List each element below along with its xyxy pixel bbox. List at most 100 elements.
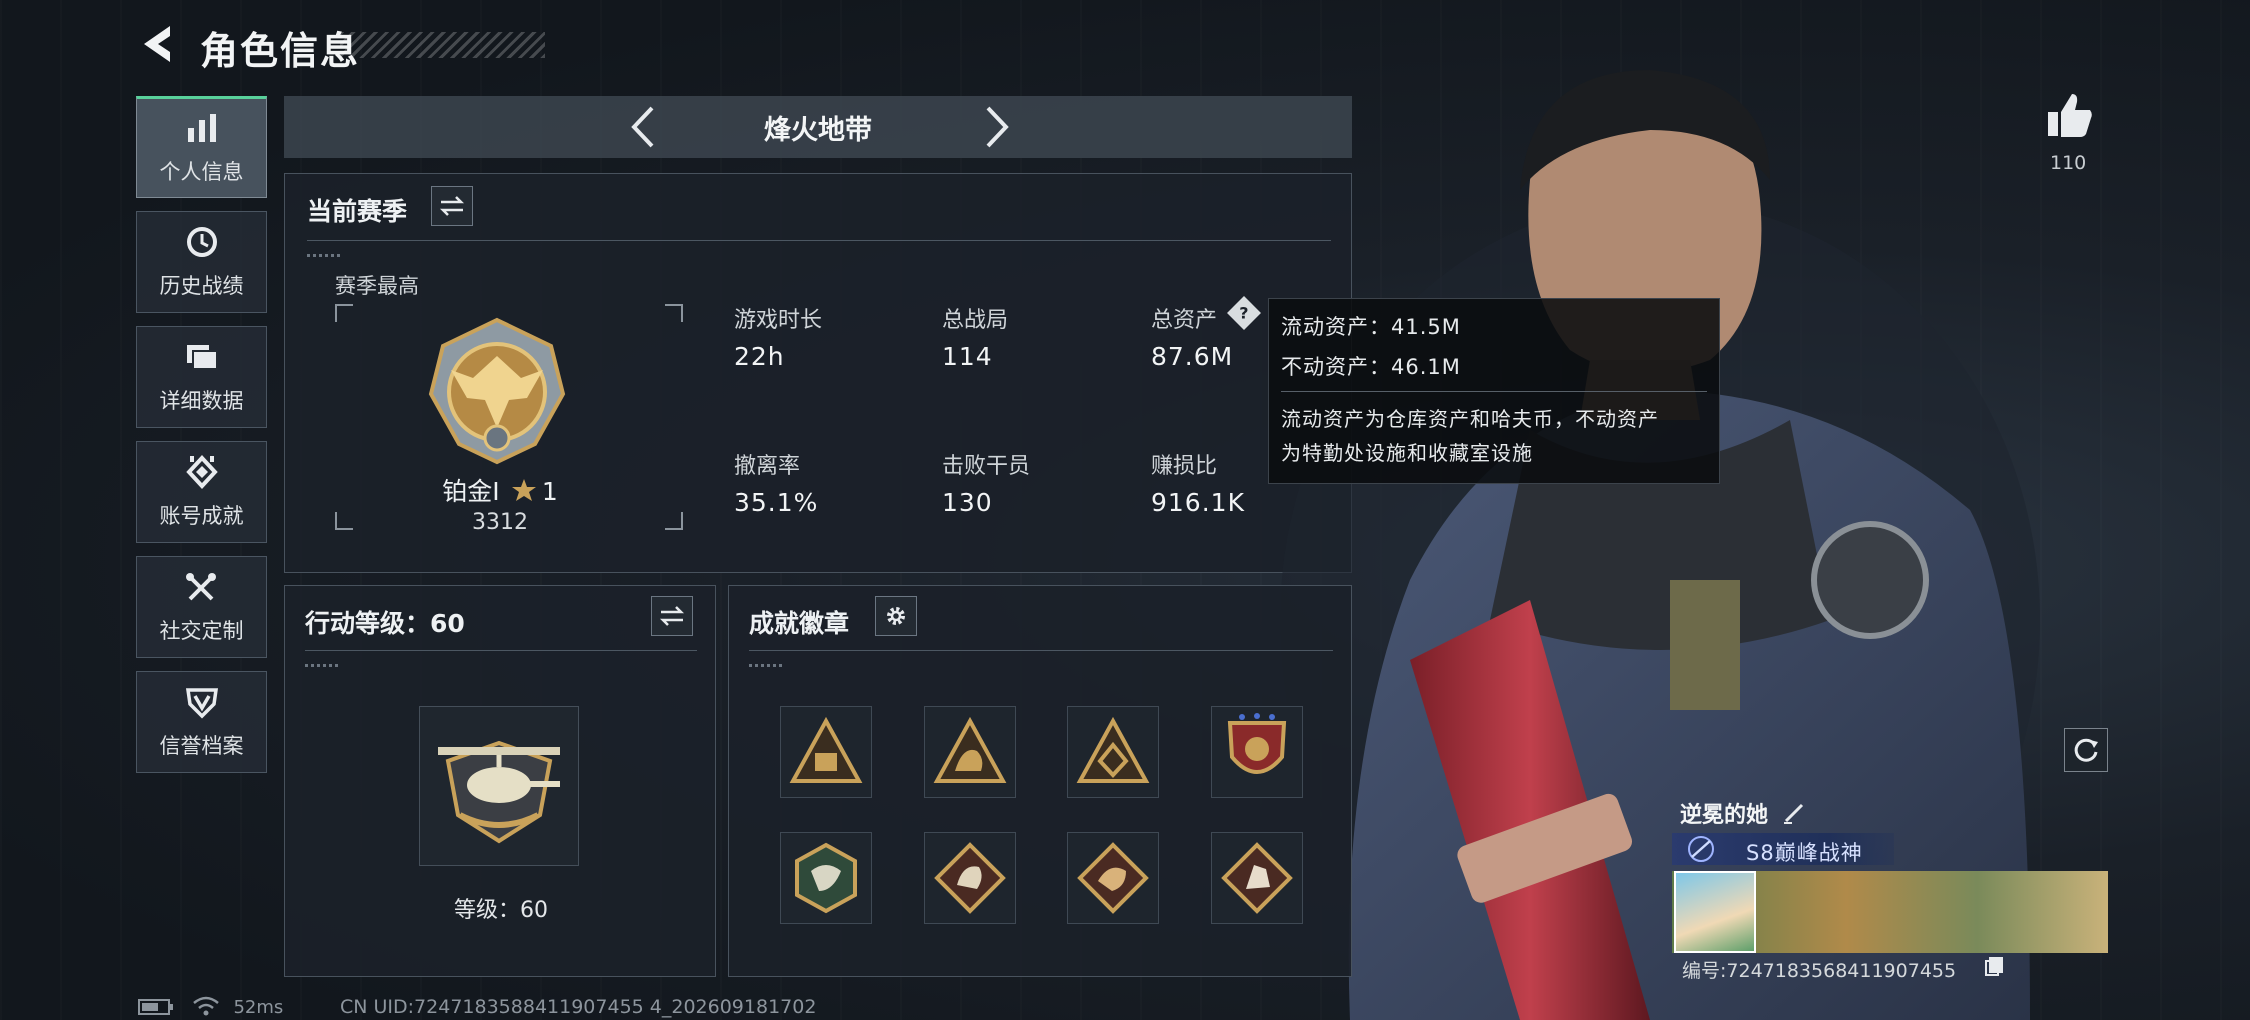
star-icon (511, 479, 536, 501)
swap-icon (439, 196, 465, 216)
action-level-title: 行动等级：60 (305, 609, 465, 638)
rank-name-row: 铂金Ⅰ 1 (285, 472, 715, 508)
mode-title: 烽火地带 (764, 114, 872, 146)
folder-icon (186, 345, 218, 370)
gear-icon (887, 607, 905, 625)
season-best-label: 赛季最高 (335, 274, 419, 298)
badge-slot[interactable] (1067, 706, 1159, 798)
stat-label: 总资产 (1151, 308, 1218, 333)
player-id: 编号:7247183568411907455 (1682, 960, 1957, 982)
triangle-badge-icon (933, 716, 1007, 783)
player-name: 逆冕的她 (1680, 803, 1769, 828)
diamond-badge-icon (1221, 842, 1293, 914)
stat-label: 撤离率 (734, 454, 801, 479)
stat-label: 总战局 (942, 308, 1009, 333)
ping-text: 52ms (233, 997, 284, 1018)
shield-badge-icon (1227, 713, 1287, 774)
sidebar-item-personal-info[interactable]: 个人信息 (136, 96, 267, 198)
badge-slot[interactable] (924, 706, 1016, 798)
rank-emblem-icon (428, 317, 566, 465)
title-emblem-icon (1688, 836, 1714, 862)
sidebar-item-history[interactable]: 历史战绩 (136, 211, 267, 313)
badge-slot[interactable] (1211, 706, 1303, 798)
sidebar-item-label: 详细数据 (159, 389, 244, 413)
refresh-icon (2074, 738, 2098, 762)
dash-decoration (307, 254, 341, 257)
stat-label: 赚损比 (1151, 454, 1218, 479)
badges-title: 成就徽章 (749, 609, 850, 638)
uid-text: CN UID:7247183588411907455 4_20260918170… (340, 996, 817, 1018)
frame-corner (665, 304, 683, 322)
badges-panel: 成就徽章 (728, 585, 1352, 977)
badge-slot[interactable] (1067, 832, 1159, 924)
rotate-model-button[interactable] (2064, 728, 2108, 772)
player-title: S8巅峰战神 (1746, 841, 1863, 865)
achievement-icon (185, 455, 218, 489)
season-title: 当前赛季 (307, 197, 408, 226)
action-level-panel: 行动等级：60 等级：60 (284, 585, 716, 977)
badge-slot[interactable] (780, 706, 872, 798)
history-icon (186, 227, 217, 257)
sidebar: 个人信息 历史战绩 详细数据 账号成就 社交定制 信誉档案 (136, 96, 267, 786)
tooltip-divider (1281, 391, 1707, 392)
action-level-switch-button[interactable] (651, 596, 693, 636)
sidebar-item-reputation[interactable]: 信誉档案 (136, 671, 267, 773)
level-emblem-frame (419, 706, 579, 866)
status-bar: 52ms (138, 996, 283, 1018)
divider (305, 650, 697, 651)
badge-slot[interactable] (780, 832, 872, 924)
sidebar-item-label: 历史战绩 (159, 274, 244, 298)
diamond-badge-icon (934, 842, 1006, 914)
stat-label: 游戏时长 (734, 308, 823, 333)
triangle-badge-icon (789, 716, 863, 783)
rank-points: 3312 (472, 510, 528, 535)
helicopter-emblem-icon (438, 740, 560, 844)
dash-decoration (749, 664, 783, 667)
sidebar-item-label: 账号成就 (159, 504, 244, 528)
battery-icon (138, 999, 173, 1015)
shield-icon (185, 688, 218, 719)
mode-next-icon[interactable] (972, 104, 1018, 150)
stat-value: 35.1% (734, 488, 819, 517)
mode-prev-icon[interactable] (622, 104, 668, 150)
triangle-badge-icon (1076, 716, 1150, 783)
copy-icon[interactable] (1984, 955, 2006, 977)
sidebar-item-label: 信誉档案 (159, 734, 244, 758)
tooltip-liquid-assets: 流动资产：41.5M (1281, 315, 1461, 339)
rank-stars: 1 (541, 477, 558, 506)
back-arrow-icon[interactable] (138, 22, 178, 66)
wifi-icon (192, 996, 219, 1016)
tooltip-desc-line2: 为特勤处设施和收藏室设施 (1281, 441, 1533, 465)
thumbs-up-icon[interactable] (2046, 92, 2094, 138)
stat-value: 114 (942, 342, 993, 371)
badges-settings-button[interactable] (875, 596, 917, 636)
sidebar-item-social-custom[interactable]: 社交定制 (136, 556, 267, 658)
player-card: 逆冕的她 S8巅峰战神 编号:7247183568411907455 (1672, 793, 2108, 989)
frame-corner (335, 304, 353, 322)
diamond-badge-icon (1077, 842, 1149, 914)
avatar[interactable] (1674, 871, 1756, 953)
tooltip-desc-line1: 流动资产为仓库资产和哈夫币，不动资产 (1281, 407, 1659, 431)
level-text: 等级：60 (454, 898, 548, 923)
page-title: 角色信息 (200, 29, 361, 73)
sidebar-item-label: 社交定制 (159, 619, 244, 643)
sidebar-item-achievements[interactable]: 账号成就 (136, 441, 267, 543)
edit-icon[interactable] (1782, 799, 1808, 825)
bar-chart-icon (187, 114, 216, 142)
tooltip-fixed-assets: 不动资产：46.1M (1281, 355, 1461, 379)
like-count: 110 (2050, 152, 2087, 174)
season-switch-button[interactable] (431, 186, 473, 226)
badge-slot[interactable] (1211, 832, 1303, 924)
swap-icon (659, 606, 685, 626)
sidebar-item-label: 个人信息 (159, 160, 244, 184)
mode-selector: 烽火地带 (284, 96, 1352, 158)
stat-value: 130 (942, 488, 993, 517)
dash-decoration (305, 664, 339, 667)
tools-icon (185, 573, 216, 601)
stat-value: 22h (734, 342, 785, 371)
sidebar-item-detailed-data[interactable]: 详细数据 (136, 326, 267, 428)
stat-value: 87.6M (1151, 342, 1234, 371)
hexagon-badge-icon (795, 842, 857, 914)
badge-slot[interactable] (924, 832, 1016, 924)
season-panel: 当前赛季 赛季最高 铂金Ⅰ 1 3312 游戏时长 22h 总战局 114 总资… (284, 173, 1352, 573)
